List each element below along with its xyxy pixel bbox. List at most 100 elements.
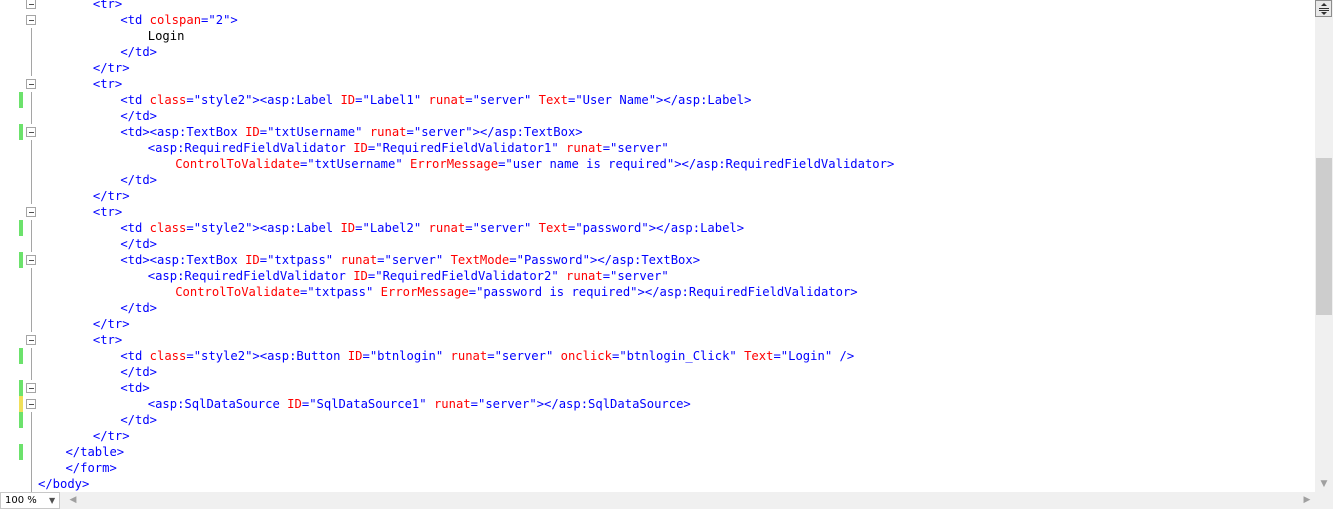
code-token: =: [468, 285, 477, 299]
code-line[interactable]: <td>: [0, 380, 1315, 396]
code-token: <td: [120, 13, 150, 27]
code-line[interactable]: <asp:RequiredFieldValidator ID = "Required…: [0, 140, 1315, 156]
code-token: >: [230, 13, 238, 27]
code-line[interactable]: <td colspan="2">: [0, 12, 1315, 28]
code-token: =: [509, 253, 517, 267]
collapse-icon[interactable]: [26, 207, 36, 217]
code-line[interactable]: Login: [0, 28, 1315, 44]
code-token: ControlToValidate: [175, 285, 300, 299]
code-line[interactable]: </td>: [0, 108, 1315, 124]
code-line[interactable]: </body>: [0, 476, 1315, 492]
code-line[interactable]: </table>: [0, 444, 1315, 460]
collapse-icon[interactable]: [26, 255, 36, 265]
code-line[interactable]: <tr>: [0, 76, 1315, 92]
code-line[interactable]: </tr>: [0, 60, 1315, 76]
code-line[interactable]: </td>: [0, 412, 1315, 428]
code-token: Text: [744, 349, 774, 363]
code-line[interactable]: </tr>: [0, 188, 1315, 204]
collapse-icon[interactable]: [26, 127, 36, 137]
fold-guide: [31, 44, 32, 60]
collapse-icon[interactable]: [26, 0, 36, 9]
change-marker-saved: [19, 220, 23, 236]
code-token: ID: [287, 397, 302, 411]
code-text: </td>: [120, 236, 157, 252]
collapse-icon[interactable]: [26, 399, 36, 409]
code-token: =: [406, 125, 414, 139]
code-token: <td: [120, 93, 150, 107]
code-line[interactable]: </td>: [0, 300, 1315, 316]
code-line[interactable]: <td class="style2"><asp:Button ID="btnlo…: [0, 348, 1315, 364]
code-text: </form>: [65, 460, 116, 476]
code-editor[interactable]: <tr> <td colspan="2"> Login </td> </tr> <tr> <…: [0, 0, 1315, 492]
code-line[interactable]: ControlToValidate = "txtpass" ErrorMessage…: [0, 284, 1315, 300]
change-marker-saved: [19, 380, 23, 396]
code-line[interactable]: </td>: [0, 236, 1315, 252]
arrow-left-icon[interactable]: ◀: [66, 492, 80, 509]
code-text: <td class="style2"><asp:Label ID="Label1…: [120, 92, 751, 108]
code-text: <tr>: [93, 204, 122, 220]
code-token: "txtUsername": [307, 157, 403, 171]
code-line[interactable]: <asp:RequiredFieldValidator ID = "Required…: [0, 268, 1315, 284]
code-token: class: [149, 221, 187, 235]
code-token: ErrorMessage: [410, 157, 499, 171]
editor-status-bar: 100 % ▼ ◀ ▶: [0, 492, 1333, 509]
code-line[interactable]: <tr>: [0, 332, 1315, 348]
code-line[interactable]: </td>: [0, 364, 1315, 380]
code-token: "style2": [193, 221, 253, 235]
code-token: <tr>: [92, 77, 123, 91]
fold-guide: [31, 156, 32, 172]
code-text: <tr>: [93, 332, 122, 348]
code-text: <td><asp:TextBox ID="txtpass" runat="ser…: [120, 252, 700, 268]
code-token: <asp:RequiredFieldValidator: [147, 269, 354, 283]
code-text: </table>: [65, 444, 124, 460]
code-token: </tr>: [92, 189, 130, 203]
code-line[interactable]: <td><asp:TextBox ID="txtUsername" runat=…: [0, 124, 1315, 140]
code-text: <td colspan="2">: [120, 12, 237, 28]
code-line[interactable]: ControlToValidate="txtUsername" ErrorMes…: [0, 156, 1315, 172]
code-token: <tr>: [92, 0, 123, 11]
code-line[interactable]: <asp:SqlDataSource ID = "SqlDataSource1" r…: [0, 396, 1315, 412]
arrow-down-icon[interactable]: ▼: [1316, 478, 1332, 490]
code-token: ><asp:Button: [252, 349, 348, 363]
code-line[interactable]: <td class="style2"><asp:Label ID="Label1…: [0, 92, 1315, 108]
code-text: <td class="style2"><asp:Label ID="Label2…: [120, 220, 744, 236]
code-line[interactable]: <td><asp:TextBox ID="txtpass" runat="ser…: [0, 252, 1315, 268]
collapse-icon[interactable]: [26, 15, 36, 25]
split-window-icon[interactable]: [1315, 0, 1332, 17]
code-token: ></asp:Label>: [648, 221, 745, 235]
code-token: =: [377, 253, 385, 267]
code-token: <td><asp:TextBox: [120, 125, 246, 139]
code-token: </tr>: [92, 317, 130, 331]
code-line[interactable]: </form>: [0, 460, 1315, 476]
code-line[interactable]: <td class="style2"><asp:Label ID="Label2…: [0, 220, 1315, 236]
code-token: ControlToValidate: [175, 157, 300, 171]
code-token: =: [355, 93, 363, 107]
code-token: ></asp:Label>: [656, 93, 752, 107]
collapse-icon[interactable]: [26, 335, 36, 345]
code-line[interactable]: </td>: [0, 172, 1315, 188]
code-line[interactable]: </tr>: [0, 316, 1315, 332]
code-token: <asp:SqlDataSource: [147, 397, 288, 411]
code-token: "password": [575, 221, 649, 235]
zoom-dropdown[interactable]: 100 % ▼: [0, 492, 60, 509]
collapse-icon[interactable]: [26, 79, 36, 89]
change-marker-saved: [19, 252, 23, 268]
code-token: runat: [566, 141, 603, 155]
code-line[interactable]: <tr>: [0, 204, 1315, 220]
collapse-icon[interactable]: [26, 383, 36, 393]
code-token: =: [186, 93, 194, 107]
code-token: =: [186, 349, 194, 363]
vertical-scroll-thumb[interactable]: [1316, 158, 1332, 315]
change-marker-saved: [19, 92, 23, 108]
code-text: </td>: [120, 44, 157, 60]
code-line[interactable]: </td>: [0, 44, 1315, 60]
code-token: ></asp:TextBox>: [472, 125, 583, 139]
arrow-right-icon[interactable]: ▶: [1300, 492, 1314, 509]
code-text: </td>: [120, 108, 157, 124]
code-line[interactable]: <tr>: [0, 0, 1315, 12]
code-line[interactable]: </tr>: [0, 428, 1315, 444]
code-text: </td>: [120, 172, 157, 188]
